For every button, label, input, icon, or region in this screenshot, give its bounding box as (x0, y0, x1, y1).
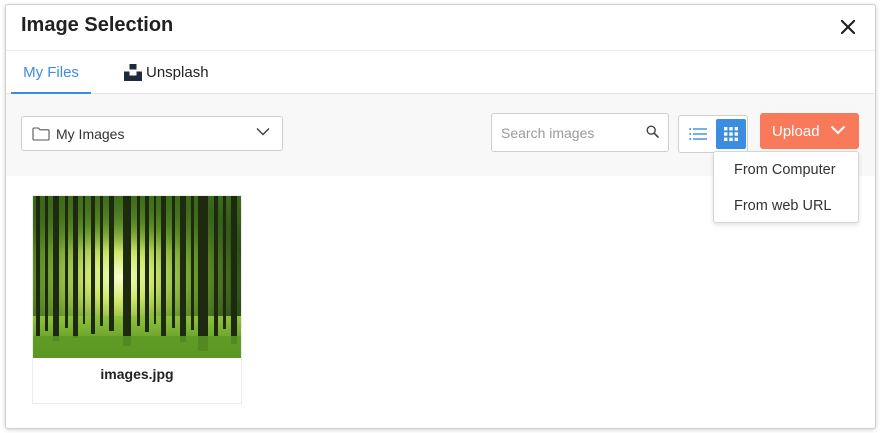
menu-item-from-web-url[interactable]: From web URL (714, 188, 858, 224)
folder-select-value: My Images (56, 125, 125, 142)
list-view-button[interactable] (683, 119, 713, 149)
grid-icon (724, 127, 738, 141)
grid-view-button[interactable] (716, 119, 746, 149)
unsplash-icon (124, 64, 142, 81)
chevron-down-icon (830, 125, 846, 135)
list-icon (689, 128, 707, 140)
tab-bar: My Files Unsplash (6, 51, 875, 95)
search-box (491, 113, 669, 152)
close-button[interactable] (835, 14, 861, 40)
folder-icon (32, 126, 50, 141)
dialog-header: Image Selection (6, 5, 875, 51)
search-input[interactable] (501, 123, 641, 143)
view-toggle (678, 115, 748, 153)
tab-unsplash-label: Unsplash (146, 64, 209, 81)
search-icon[interactable] (646, 125, 659, 138)
tab-my-files[interactable]: My Files (11, 51, 91, 95)
upload-button-label: Upload (772, 122, 820, 140)
menu-item-from-computer[interactable]: From Computer (714, 152, 858, 188)
chevron-down-icon (256, 127, 270, 136)
close-icon (841, 20, 855, 34)
forest-image (33, 196, 241, 358)
image-file-name: images.jpg (100, 366, 174, 382)
upload-button[interactable]: Upload (760, 113, 859, 149)
image-card[interactable]: images.jpg (32, 195, 242, 404)
tab-my-files-label: My Files (23, 64, 79, 81)
image-selection-dialog: Image Selection My Files Unsplash My Ima… (5, 4, 876, 429)
upload-dropdown-menu: From Computer From web URL (713, 151, 859, 223)
folder-select[interactable]: My Images (21, 116, 283, 151)
dialog-title: Image Selection (21, 14, 174, 36)
tab-unsplash[interactable]: Unsplash (124, 51, 209, 94)
